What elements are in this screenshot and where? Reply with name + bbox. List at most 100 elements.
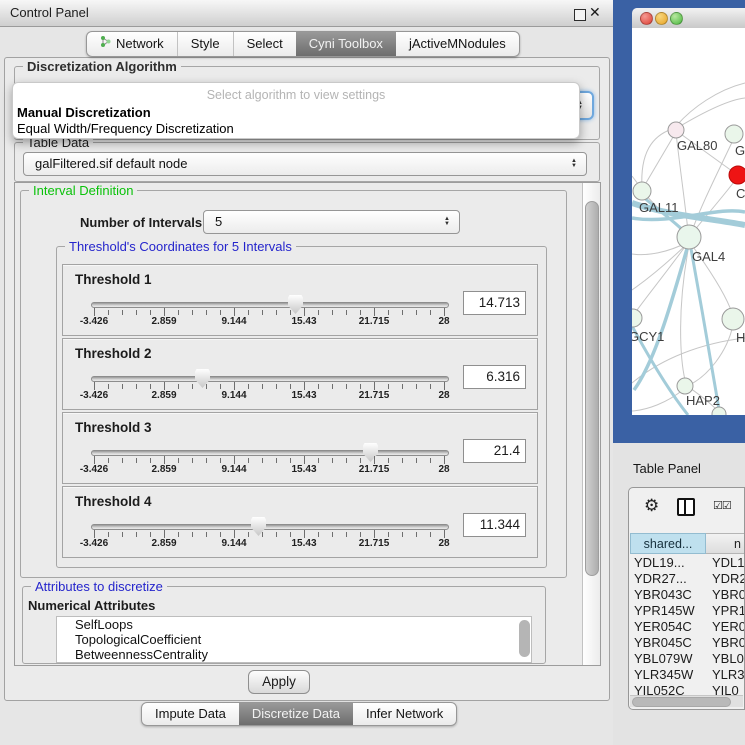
network-node-h[interactable] bbox=[722, 308, 744, 330]
close-icon[interactable]: ✕ bbox=[589, 4, 601, 21]
tick-mark bbox=[108, 384, 109, 389]
tick-mark bbox=[206, 384, 207, 389]
tab-impute-data[interactable]: Impute Data bbox=[142, 703, 240, 725]
zoom-traffic-light-icon[interactable] bbox=[670, 12, 683, 25]
tick-mark bbox=[108, 532, 109, 537]
column-header-name[interactable]: n bbox=[706, 533, 745, 554]
apply-button[interactable]: Apply bbox=[248, 670, 310, 694]
minimize-traffic-light-icon[interactable] bbox=[655, 12, 668, 25]
threshold-value-field[interactable]: 14.713 bbox=[463, 291, 526, 315]
number-of-intervals-combobox[interactable]: 5 ▲▼ bbox=[203, 210, 460, 234]
tick-mark bbox=[220, 532, 221, 537]
tick-label: 2.859 bbox=[139, 538, 189, 549]
tick-mark bbox=[164, 456, 165, 464]
tick-mark bbox=[346, 310, 347, 315]
combo-arrows-icon[interactable]: ▲▼ bbox=[444, 211, 450, 233]
tick-mark bbox=[94, 456, 95, 464]
tick-mark bbox=[346, 384, 347, 389]
gear-icon[interactable]: ⚙ bbox=[644, 496, 659, 516]
numerical-attributes-list[interactable]: SelfLoopsTopologicalCoefficientBetweenne… bbox=[56, 616, 532, 663]
slider-track[interactable] bbox=[91, 376, 449, 382]
tick-label: -3.426 bbox=[69, 538, 119, 549]
tab-discretize-data[interactable]: Discretize Data bbox=[239, 703, 353, 725]
table-row[interactable]: YBL079WYBL0 bbox=[630, 651, 744, 667]
attribute-list-item[interactable]: BetweennessCentrality bbox=[57, 647, 531, 662]
tick-mark bbox=[304, 308, 305, 316]
network-node-gal11[interactable] bbox=[633, 182, 651, 200]
threshold-panel: Threshold 4-3.4262.8599.14415.4321.71528… bbox=[62, 486, 538, 558]
table-row[interactable]: YBR045CYBR0 bbox=[630, 635, 744, 651]
network-window-titlebar[interactable] bbox=[632, 8, 745, 29]
slider-track[interactable] bbox=[91, 302, 449, 308]
list-scrollbar-thumb[interactable] bbox=[519, 620, 530, 657]
close-traffic-light-icon[interactable] bbox=[640, 12, 653, 25]
slider-track[interactable] bbox=[91, 450, 449, 456]
network-node-gcy1[interactable] bbox=[632, 309, 642, 327]
tab-style[interactable]: Style bbox=[178, 32, 234, 56]
dropdown-item-equal-width[interactable]: Equal Width/Frequency Discretization bbox=[17, 121, 234, 136]
network-node-ga[interactable] bbox=[725, 125, 743, 143]
split-columns-icon[interactable] bbox=[677, 498, 695, 516]
dropdown-item-manual-discretization[interactable]: Manual Discretization bbox=[17, 105, 151, 120]
cell-shared-name: YIL052C bbox=[630, 683, 712, 695]
tick-mark bbox=[150, 458, 151, 463]
network-node-c[interactable] bbox=[729, 166, 745, 184]
tick-mark bbox=[346, 532, 347, 537]
tick-mark bbox=[416, 532, 417, 537]
tick-mark bbox=[374, 308, 375, 316]
table-row[interactable]: YLR345WYLR3 bbox=[630, 667, 744, 683]
slider-thumb[interactable] bbox=[251, 517, 266, 536]
table-row[interactable]: YPR145WYPR1 bbox=[630, 603, 744, 619]
scrollbar-thumb[interactable] bbox=[632, 697, 731, 707]
threshold-label: Threshold 2 bbox=[75, 346, 152, 361]
tab-network[interactable]: Network bbox=[87, 32, 178, 56]
tick-mark bbox=[164, 382, 165, 390]
tick-mark bbox=[444, 530, 445, 538]
tick-label: 9.144 bbox=[209, 316, 259, 327]
attribute-list-item[interactable]: TopologicalCoefficient bbox=[57, 632, 531, 647]
tab-select[interactable]: Select bbox=[234, 32, 297, 56]
slider-thumb[interactable] bbox=[195, 369, 210, 388]
horizontal-scrollbar[interactable] bbox=[630, 695, 743, 707]
tick-mark bbox=[262, 310, 263, 315]
slider-track[interactable] bbox=[91, 524, 449, 530]
tick-mark bbox=[150, 532, 151, 537]
tab-jactivemnodules[interactable]: jActiveMNodules bbox=[396, 32, 519, 56]
network-node-hap2[interactable] bbox=[677, 378, 693, 394]
table-row[interactable]: YIL052CYIL0 bbox=[630, 683, 744, 695]
table-data-combobox[interactable]: galFiltered.sif default node ▲▼ bbox=[23, 152, 587, 176]
table-row[interactable]: YDR27...YDR2 bbox=[630, 571, 744, 587]
scrollbar-thumb[interactable] bbox=[585, 201, 599, 576]
tab-label: Network bbox=[116, 32, 164, 56]
network-canvas[interactable]: GAL80GACGAL11GAL4GCY1HHAP2 bbox=[632, 28, 745, 415]
tick-mark bbox=[206, 532, 207, 537]
threshold-value-field[interactable]: 21.4 bbox=[463, 439, 526, 463]
tick-mark bbox=[388, 532, 389, 537]
attribute-list-item[interactable]: SelfLoops bbox=[57, 617, 531, 632]
cell-name: YDR2 bbox=[712, 571, 744, 587]
tab-cyni-toolbox[interactable]: Cyni Toolbox bbox=[296, 32, 396, 56]
table-row[interactable]: YDL19...YDL1 bbox=[630, 555, 744, 571]
tick-label: 15.43 bbox=[279, 538, 329, 549]
network-node-gal4[interactable] bbox=[677, 225, 701, 249]
tick-mark bbox=[136, 310, 137, 315]
network-node[interactable] bbox=[712, 407, 726, 415]
vertical-scrollbar[interactable] bbox=[582, 183, 600, 665]
tick-mark bbox=[360, 310, 361, 315]
tab-infer-network[interactable]: Infer Network bbox=[353, 703, 456, 725]
column-header-shared-name[interactable]: shared... bbox=[630, 533, 706, 554]
tick-mark bbox=[374, 530, 375, 538]
network-node-gal80[interactable] bbox=[668, 122, 684, 138]
threshold-value-field[interactable]: 11.344 bbox=[463, 513, 526, 537]
tick-mark bbox=[94, 382, 95, 390]
table-row[interactable]: YBR043CYBR0 bbox=[630, 587, 744, 603]
slider-thumb[interactable] bbox=[363, 443, 378, 462]
cell-shared-name: YER054C bbox=[630, 619, 712, 635]
tick-mark bbox=[150, 310, 151, 315]
float-icon[interactable] bbox=[574, 9, 586, 21]
table-row[interactable]: YER054CYER0 bbox=[630, 619, 744, 635]
threshold-value-field[interactable]: 6.316 bbox=[463, 365, 526, 389]
combo-arrows-icon[interactable]: ▲▼ bbox=[571, 153, 577, 175]
select-columns-icon[interactable]: ☑☑ bbox=[713, 499, 731, 512]
tick-label: 2.859 bbox=[139, 464, 189, 475]
